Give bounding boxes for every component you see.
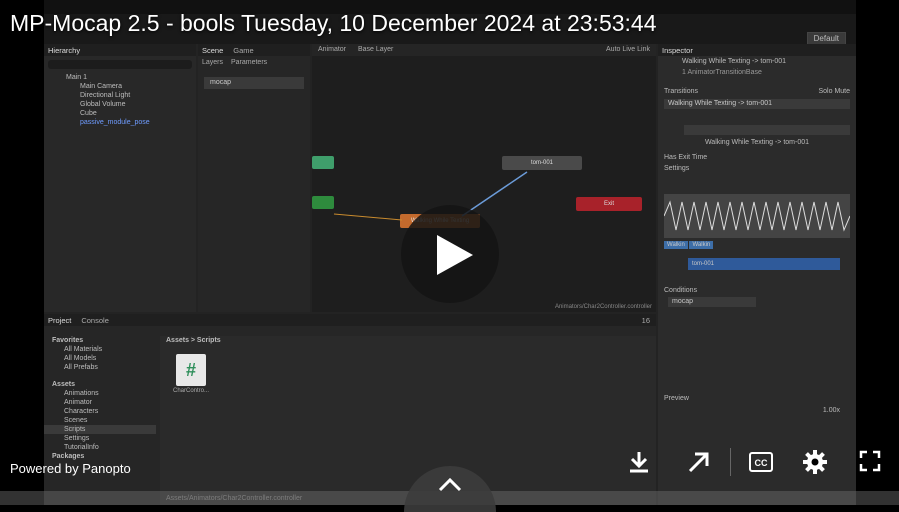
project-breadcrumb[interactable]: Assets > Scripts xyxy=(160,336,656,345)
favorite-item[interactable]: All Prefabs xyxy=(44,363,156,372)
parameters-tab[interactable]: Parameters xyxy=(231,59,267,66)
settings-foldout[interactable]: Settings xyxy=(658,163,856,174)
tab-inspector[interactable]: Inspector xyxy=(662,46,693,55)
cc-icon: CC xyxy=(749,452,773,472)
asset-folder[interactable]: Settings xyxy=(44,434,156,443)
download-button[interactable] xyxy=(626,449,652,475)
play-button[interactable] xyxy=(401,205,499,303)
hierarchy-item[interactable]: passive_module_pose xyxy=(44,118,196,127)
asset-folder[interactable]: Animations xyxy=(44,389,156,398)
project-tree: Favorites All Materials All Models All P… xyxy=(44,336,156,505)
transition-row[interactable]: Walking While Texting -> tom-001 xyxy=(664,99,850,109)
clip-b[interactable]: Walkin xyxy=(689,241,714,249)
hierarchy-item[interactable]: Cube xyxy=(44,109,196,118)
tab-console[interactable]: Console xyxy=(81,316,109,325)
toolbar-right: Default xyxy=(803,32,846,45)
chevron-up-icon xyxy=(438,477,462,492)
svg-text:CC: CC xyxy=(755,458,768,468)
asset-folder[interactable]: Scripts xyxy=(44,425,156,434)
has-exit-time-checkbox[interactable]: Has Exit Time xyxy=(658,152,856,163)
inspector-heading: Walking While Texting -> tom-001 xyxy=(682,58,787,65)
hierarchy-item[interactable]: Directional Light xyxy=(44,91,196,100)
hierarchy-item[interactable]: Main 1 xyxy=(44,73,196,82)
captions-button[interactable]: CC xyxy=(748,449,774,475)
asset-folder[interactable]: Scenes xyxy=(44,416,156,425)
controller-path: Animators/Char2Controller.controller xyxy=(554,304,652,310)
preview-speed[interactable]: 1.00x xyxy=(817,405,846,416)
video-title: MP-Mocap 2.5 - bools Tuesday, 10 Decembe… xyxy=(10,10,657,36)
script-file-label: CharContro... xyxy=(172,388,209,394)
conditions-label: Conditions xyxy=(664,287,698,294)
control-divider xyxy=(730,448,731,476)
tab-hierarchy[interactable]: Hierarchy xyxy=(48,46,80,55)
assets-folder[interactable]: Assets xyxy=(44,380,156,389)
transition-name: Walking While Texting -> tom-001 xyxy=(704,139,810,146)
animator-parameters-panel: Scene Game Layers Parameters mocap xyxy=(198,44,310,312)
fullscreen-button[interactable] xyxy=(858,449,884,475)
hierarchy-item[interactable]: Global Volume xyxy=(44,100,196,109)
settings-button[interactable] xyxy=(802,449,828,475)
fullscreen-icon xyxy=(859,450,881,472)
tab-scene[interactable]: Scene xyxy=(202,46,223,55)
tab-project[interactable]: Project xyxy=(48,316,71,325)
asset-folder[interactable]: TutorialInfo xyxy=(44,443,156,452)
solo-label: Solo xyxy=(818,88,833,95)
hierarchy-search[interactable] xyxy=(48,60,192,69)
packages-folder[interactable]: Packages xyxy=(44,452,156,461)
layers-tab[interactable]: Layers xyxy=(202,59,223,66)
mute-label: Mute xyxy=(834,88,850,95)
open-external-button[interactable] xyxy=(686,449,712,475)
favorites-folder[interactable]: Favorites xyxy=(44,336,156,345)
favorite-item[interactable]: All Models xyxy=(44,354,156,363)
play-icon xyxy=(437,235,473,275)
tab-game[interactable]: Game xyxy=(233,46,253,55)
asset-folder[interactable]: Characters xyxy=(44,407,156,416)
inspector-subheading: 1 AnimatorTransitionBase xyxy=(682,69,762,76)
project-asset-grid: Assets > Scripts # CharContro... Assets/… xyxy=(160,336,656,505)
condition-dropdown[interactable]: mocap xyxy=(668,297,756,307)
csharp-script-icon[interactable]: # xyxy=(176,354,206,386)
asset-folder[interactable]: Animator xyxy=(44,398,156,407)
inspector-panel: Inspector Walking While Texting -> tom-0… xyxy=(658,44,856,505)
clip-c[interactable]: tom-001 xyxy=(688,258,840,270)
favorite-item[interactable]: All Materials xyxy=(44,345,156,354)
project-panel: Project Console 16 Favorites All Materia… xyxy=(44,314,656,505)
parameter-mocap[interactable]: mocap xyxy=(204,77,304,89)
hierarchy-panel: Hierarchy Main 1 Main Camera Directional… xyxy=(44,44,196,312)
transition-timeline[interactable] xyxy=(663,194,851,238)
asset-count: 16 xyxy=(641,315,650,325)
arrow-up-right-icon xyxy=(688,452,709,473)
preview-label: Preview xyxy=(664,395,689,402)
hierarchy-item[interactable]: Main Camera xyxy=(44,82,196,91)
gear-icon xyxy=(803,450,827,474)
waveform-graphic xyxy=(663,200,851,232)
transition-name-field[interactable] xyxy=(684,125,850,135)
download-icon xyxy=(630,452,648,473)
transitions-label: Transitions xyxy=(664,88,698,95)
powered-by-label[interactable]: Powered by Panopto xyxy=(10,461,131,476)
clip-a[interactable]: Walkin xyxy=(664,241,688,249)
